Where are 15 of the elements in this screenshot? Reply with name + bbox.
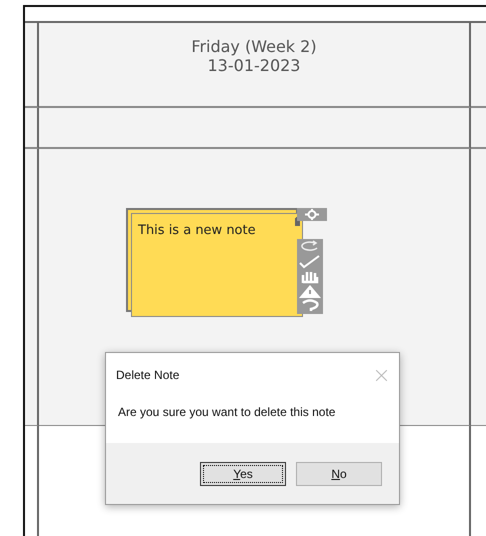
dialog-button[interactable]: Yes	[200, 462, 286, 486]
grid-cell	[471, 108, 486, 149]
dialog-title: Delete Note	[116, 368, 180, 382]
close-icon[interactable]	[376, 370, 387, 380]
dialog-button[interactable]: No	[296, 462, 382, 486]
refresh-icon[interactable]	[297, 239, 323, 254]
sticky-note[interactable]: This is a new note	[131, 213, 303, 317]
gear-icon[interactable]	[297, 208, 327, 221]
date-text: 13-01-2023	[208, 56, 300, 74]
dialog-message: Are you sure you want to delete this note	[117, 404, 336, 421]
hand-icon[interactable]	[297, 269, 323, 284]
note-text: This is a new note	[138, 223, 256, 238]
day-title: Friday (Week 2)	[191, 36, 317, 56]
warning-icon[interactable]	[297, 284, 323, 299]
question-icon[interactable]	[297, 299, 323, 314]
